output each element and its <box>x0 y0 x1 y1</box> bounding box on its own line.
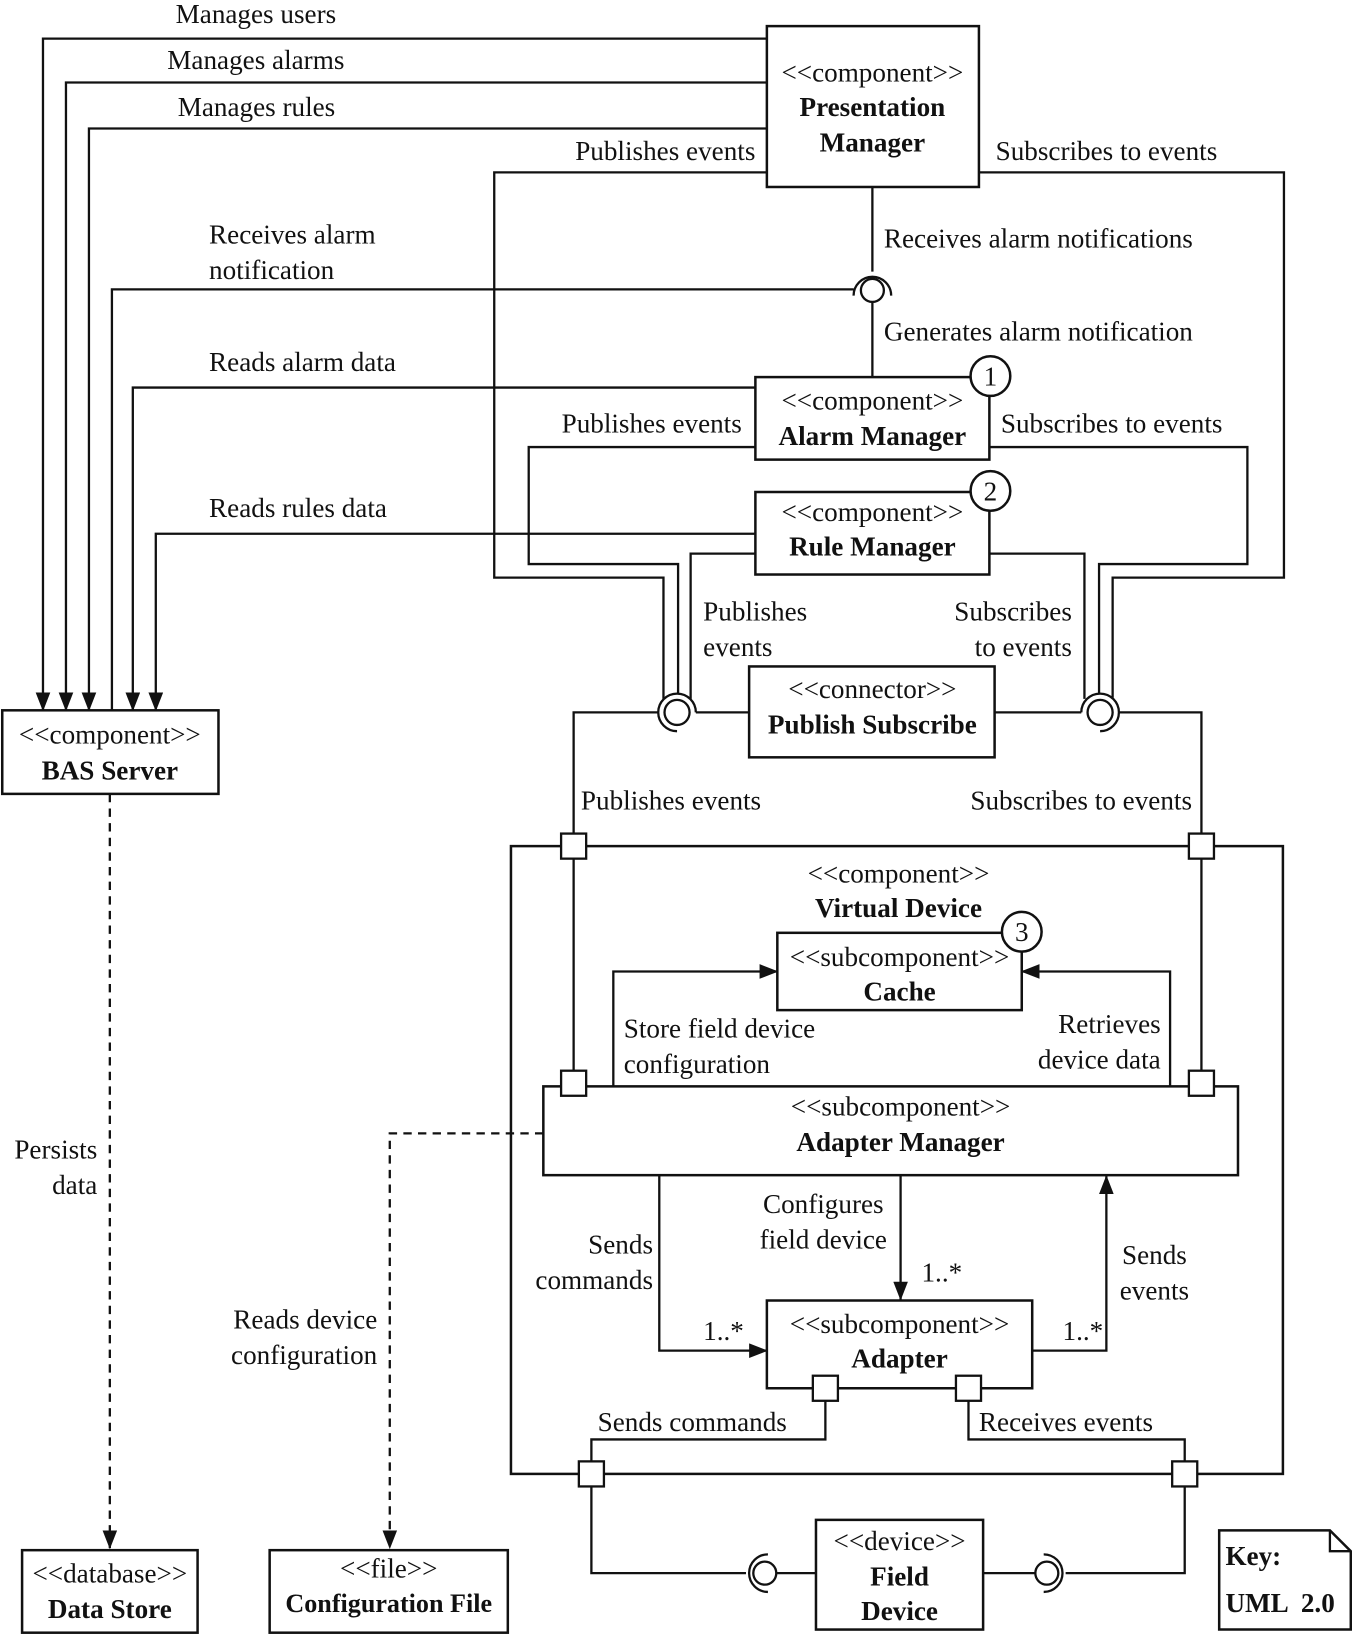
key-title: Key: <box>1225 1541 1281 1571</box>
label-data: data <box>52 1170 97 1200</box>
alarm-manager-component[interactable]: <<component>> Alarm Manager 1 <box>754 354 1012 461</box>
field-device-node[interactable]: <<device>> Field Device <box>814 1518 985 1631</box>
key-note: Key: UML 2.0 <box>1217 1529 1352 1631</box>
rule-manager-component[interactable]: <<component>> Rule Manager 2 <box>754 469 1012 576</box>
label-generates-alarm-notification: Generates alarm notification <box>884 317 1193 347</box>
label-manages-users: Manages users <box>176 0 337 29</box>
label-receives-alarm-notifications: Receives alarm notifications <box>884 224 1193 254</box>
port <box>954 1374 983 1402</box>
label-vd-publishes: Publishes events <box>581 786 761 816</box>
label-commands: commands <box>535 1265 653 1295</box>
bas-server-component[interactable]: <<component>> BAS Server <box>0 709 220 796</box>
port <box>1187 1069 1216 1097</box>
label-device-data: device data <box>1038 1045 1161 1075</box>
label-adapter-receives-events: Receives events <box>979 1407 1153 1437</box>
stereotype: <<device>> <box>834 1526 966 1556</box>
multiplicity-events: 1..* <box>1062 1316 1103 1346</box>
stereotype: <<file>> <box>340 1553 437 1583</box>
data-store-database[interactable]: <<database>> Data Store <box>20 1548 199 1634</box>
badge-number: 2 <box>984 476 998 506</box>
stereotype: <<component>> <box>808 859 990 889</box>
label-manages-alarms: Manages alarms <box>167 45 344 75</box>
component-name: Publish Subscribe <box>768 709 977 739</box>
port <box>1187 832 1216 860</box>
label-sends-events: Sends <box>1122 1240 1187 1270</box>
component-name: Presentation <box>800 92 946 122</box>
component-name-2: Manager <box>820 127 926 157</box>
label-field-device: field device <box>760 1224 887 1254</box>
component-name: Virtual Device <box>815 893 982 923</box>
port <box>811 1374 840 1402</box>
stereotype: <<component>> <box>19 720 201 750</box>
component-name-2: Device <box>861 1596 938 1626</box>
label-rm-subscribes-events: to events <box>975 632 1072 662</box>
label-rm-publishes-events: events <box>703 632 772 662</box>
key-notation: UML 2.0 <box>1225 1588 1334 1618</box>
field-commands-connector <box>590 1486 746 1575</box>
stereotype: <<subcomponent>> <box>790 1309 1010 1339</box>
publish-subscribe-connector[interactable]: <<connector>> Publish Subscribe <box>747 665 996 759</box>
multiplicity-commands: 1..* <box>703 1316 744 1346</box>
component-name: Cache <box>863 977 935 1007</box>
component-name: BAS Server <box>42 755 178 785</box>
label-rm-subscribes: Subscribes <box>954 596 1072 626</box>
configuration-file-artifact[interactable]: <<file>> Configuration File <box>268 1548 510 1634</box>
adapter-manager-subcomponent[interactable]: <<subcomponent>> Adapter Manager <box>542 1085 1240 1177</box>
label-persists: Persists <box>14 1134 97 1164</box>
label-reads-device: Reads device <box>233 1305 377 1335</box>
field-events-connector <box>1065 1486 1186 1575</box>
component-name: Configuration File <box>285 1589 492 1618</box>
uml-component-diagram: Manages users Manages alarms Manages rul… <box>0 0 1352 1634</box>
field-events-interface-icon <box>1034 1553 1064 1594</box>
stereotype: <<component>> <box>781 385 963 415</box>
port <box>559 1069 588 1097</box>
label-reads-rules-data: Reads rules data <box>209 493 387 523</box>
label-notification: notification <box>209 255 335 285</box>
reads-config-dependency <box>382 1132 544 1550</box>
port <box>577 1460 606 1488</box>
label-am-subscribes: Subscribes to events <box>1001 408 1223 438</box>
stereotype: <<connector>> <box>788 674 956 704</box>
presentation-manager-component[interactable]: <<component>> Presentation Manager <box>765 24 981 189</box>
label-reads-alarm-data: Reads alarm data <box>209 347 396 377</box>
badge-number: 3 <box>1015 917 1029 947</box>
component-name: Field <box>870 1562 929 1592</box>
alarm-notification-interface-icon <box>852 275 893 304</box>
component-name: Data Store <box>48 1594 172 1624</box>
stereotype: <<component>> <box>781 57 963 87</box>
stereotype: <<subcomponent>> <box>791 1092 1011 1122</box>
component-name: Adapter Manager <box>796 1127 1004 1157</box>
label-adapter-sends-commands: Sends commands <box>598 1407 787 1437</box>
field-commands-interface-icon <box>748 1553 778 1594</box>
badge-number: 1 <box>984 361 998 391</box>
adapter-subcomponent[interactable]: <<subcomponent>> Adapter <box>765 1299 1034 1390</box>
label-receives-alarm: Receives alarm <box>209 219 376 249</box>
port <box>1171 1460 1199 1488</box>
publish-interface-icon <box>657 692 697 733</box>
cache-subcomponent[interactable]: <<subcomponent>> Cache 3 <box>776 910 1043 1012</box>
label-pm-publishes: Publishes events <box>575 136 755 166</box>
label-store-field-device: Store field device <box>624 1013 815 1043</box>
stereotype: <<database>> <box>33 1559 188 1589</box>
label-sends: Sends <box>588 1230 653 1260</box>
label-rm-publishes: Publishes <box>703 596 807 626</box>
component-name: Adapter <box>851 1343 948 1373</box>
label-manages-rules: Manages rules <box>178 92 336 122</box>
label-events: events <box>1120 1275 1189 1305</box>
label-configuration: configuration <box>231 1340 378 1370</box>
component-name: Rule Manager <box>789 532 956 562</box>
label-vd-subscribes: Subscribes to events <box>970 786 1192 816</box>
multiplicity-configures: 1..* <box>921 1258 962 1288</box>
label-store-configuration: configuration <box>624 1049 771 1079</box>
label-retrieves: Retrieves <box>1058 1009 1161 1039</box>
label-configures: Configures <box>763 1189 884 1219</box>
label-am-publishes: Publishes events <box>562 408 742 438</box>
subscribe-interface-icon <box>1080 692 1121 733</box>
port <box>559 832 588 860</box>
stereotype: <<subcomponent>> <box>790 942 1010 972</box>
label-pm-subscribes: Subscribes to events <box>996 136 1218 166</box>
component-name: Alarm Manager <box>779 421 967 451</box>
stereotype: <<component>> <box>781 497 963 527</box>
